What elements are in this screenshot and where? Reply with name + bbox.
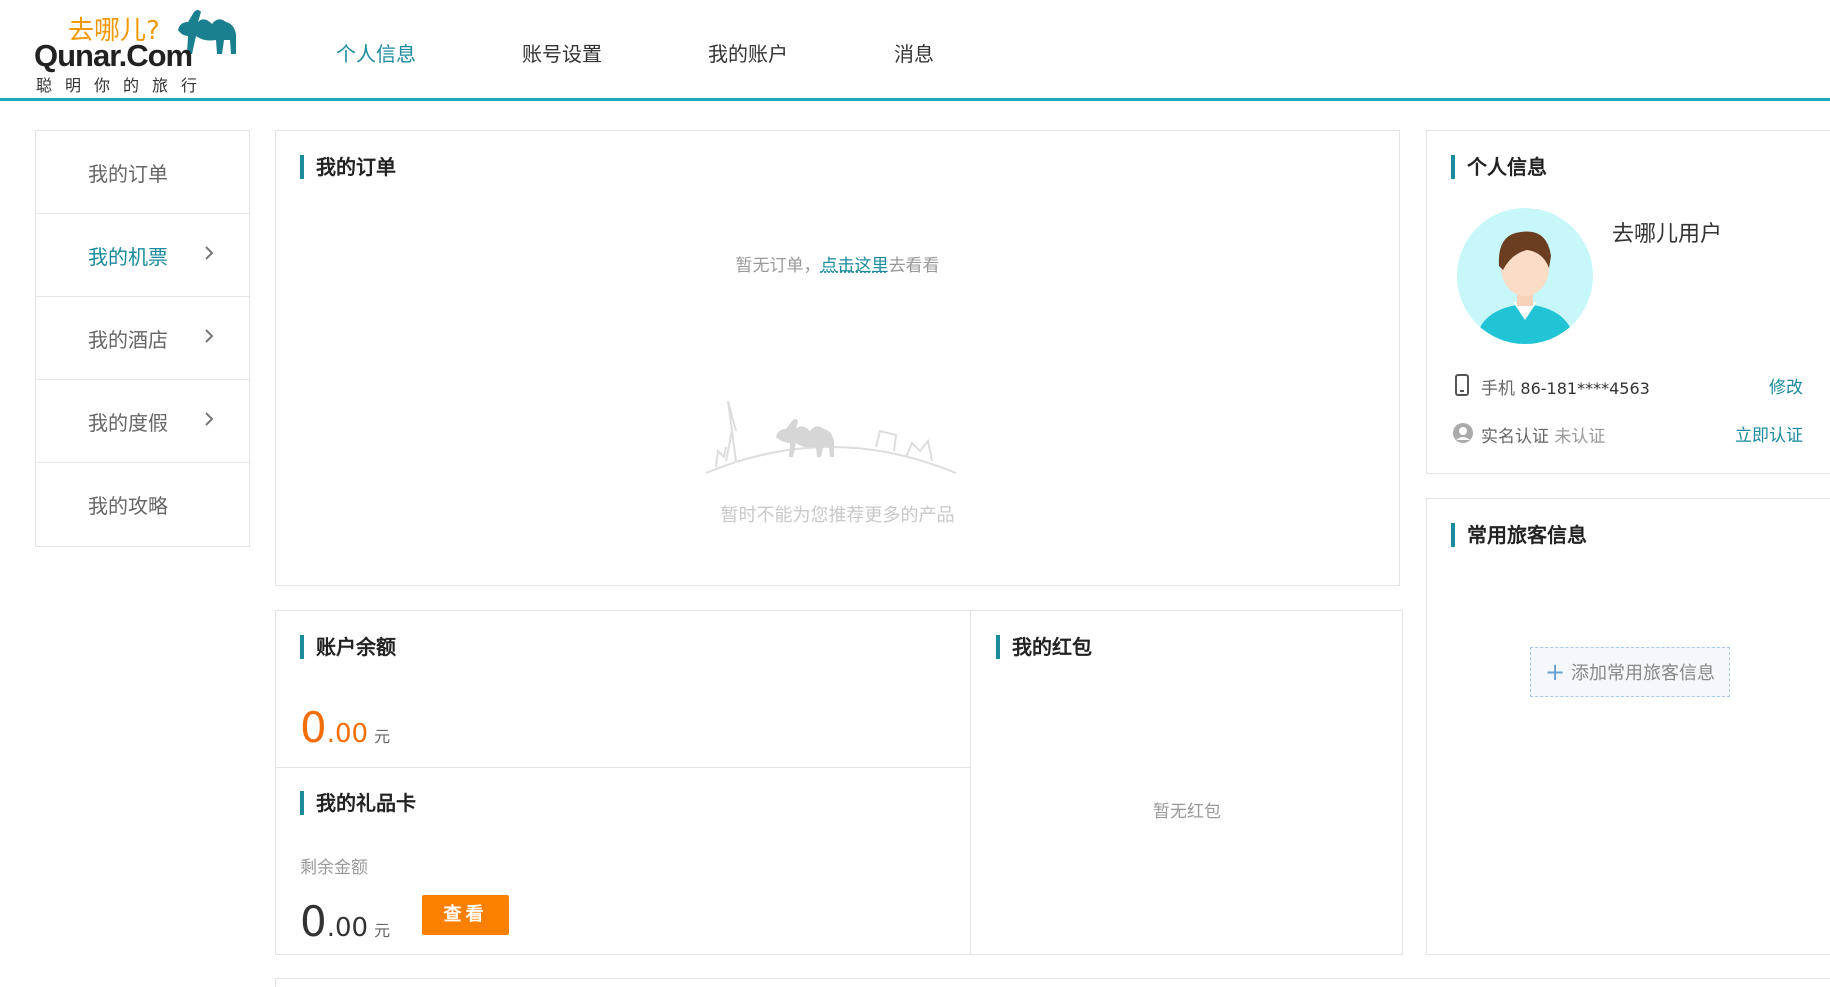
giftcard-amount: 0.00 元 — [300, 897, 390, 946]
orders-empty-suffix: 去看看 — [888, 256, 940, 276]
sidebar-item-label: 我的酒店 — [88, 327, 168, 352]
avatar — [1457, 208, 1593, 344]
bottom-panel-edge — [275, 978, 1830, 987]
sidebar-item-hotels[interactable]: 我的酒店 — [36, 297, 249, 380]
realname-row: 实名认证 未认证 — [1481, 422, 1605, 447]
giftcard-remain-label: 剩余金额 — [300, 858, 368, 878]
nav-messages[interactable]: 消息 — [894, 38, 934, 67]
balance-title: 账户余额 — [300, 635, 396, 659]
phone-number: 86-181****4563 — [1520, 379, 1650, 398]
username: 去哪儿用户 — [1612, 222, 1723, 247]
sidebar-item-label: 我的度假 — [88, 410, 168, 435]
travelers-panel: 常用旅客信息 + 添加常用旅客信息 — [1426, 498, 1830, 955]
no-recommend-text: 暂时不能为您推荐更多的产品 — [720, 505, 955, 526]
balance-unit: 元 — [374, 727, 391, 746]
orders-title: 我的订单 — [300, 155, 396, 179]
giftcard-unit: 元 — [374, 921, 391, 940]
plus-icon: + — [1544, 658, 1566, 686]
giftcard-int: 0 — [300, 897, 327, 946]
edit-phone-link[interactable]: 修改 — [1769, 373, 1803, 398]
phone-label: 手机 — [1481, 379, 1515, 399]
orders-panel: 我的订单 暂无订单，点击这里去看看 暂时不能为您推荐更多的产品 — [275, 130, 1400, 586]
add-traveler-label: 添加常用旅客信息 — [1571, 663, 1716, 684]
redpacket-empty: 暂无红包 — [1153, 802, 1221, 822]
giftcard-title: 我的礼品卡 — [300, 791, 416, 815]
empty-camel-illustration — [705, 400, 957, 474]
balance-amount: 0.00 元 — [300, 703, 390, 752]
realname-status: 未认证 — [1554, 427, 1606, 447]
sidebar-item-label: 我的机票 — [88, 244, 168, 269]
sidebar-item-label: 我的订单 — [88, 161, 168, 186]
profile-panel: 个人信息 去哪儿用户 手机 86-181****4563 修改 实名认证 未认证… — [1426, 130, 1830, 474]
verify-icon — [1453, 423, 1473, 443]
chevron-right-icon — [205, 246, 214, 260]
chevron-right-icon — [205, 329, 214, 343]
balance-dec: .00 — [326, 719, 369, 749]
nav-my-account[interactable]: 我的账户 — [708, 38, 788, 67]
giftcard-dec: .00 — [326, 913, 369, 943]
qunar-logo[interactable]: 去哪儿? Qunar.Com 聪明你的旅行 — [34, 8, 244, 95]
verify-now-link[interactable]: 立即认证 — [1735, 421, 1803, 446]
site-header: 去哪儿? Qunar.Com 聪明你的旅行 个人信息 账号设置 我的账户 消息 — [0, 0, 1830, 101]
phone-icon — [1455, 374, 1469, 396]
realname-label: 实名认证 — [1481, 427, 1549, 447]
sidebar-item-guides[interactable]: 我的攻略 — [36, 463, 249, 546]
logo-slogan: 聪明你的旅行 — [36, 76, 211, 95]
chevron-right-icon — [205, 412, 214, 426]
travelers-title: 常用旅客信息 — [1451, 523, 1587, 547]
profile-title: 个人信息 — [1451, 155, 1547, 179]
divider — [276, 767, 970, 768]
view-giftcard-button[interactable]: 查看 — [422, 895, 509, 935]
orders-empty-message: 暂无订单，点击这里去看看 — [276, 251, 1399, 276]
sidebar-item-label: 我的攻略 — [88, 494, 168, 518]
account-panel: 账户余额 0.00 元 我的礼品卡 剩余金额 0.00 元 查看 我的红包 暂无红包 — [275, 610, 1403, 955]
phone-row: 手机 86-181****4563 — [1481, 374, 1650, 399]
nav-account-settings[interactable]: 账号设置 — [522, 38, 602, 67]
orders-click-here-link[interactable]: 点击这里 — [821, 256, 889, 276]
sidebar-item-orders[interactable]: 我的订单 — [36, 131, 249, 214]
sidebar-item-vacations[interactable]: 我的度假 — [36, 380, 249, 463]
balance-int: 0 — [300, 703, 327, 752]
divider — [970, 611, 971, 954]
orders-empty-prefix: 暂无订单， — [735, 256, 821, 276]
sidebar: 我的订单 我的机票 我的酒店 我的度假 我的攻略 — [35, 130, 250, 547]
add-traveler-button[interactable]: + 添加常用旅客信息 — [1530, 647, 1730, 697]
nav-personal-info[interactable]: 个人信息 — [336, 38, 416, 67]
logo-en-text: Qunar.Com — [34, 38, 193, 73]
redpacket-title: 我的红包 — [996, 635, 1092, 659]
top-nav: 个人信息 账号设置 我的账户 消息 — [336, 38, 1040, 67]
sidebar-item-flights[interactable]: 我的机票 — [36, 214, 249, 297]
